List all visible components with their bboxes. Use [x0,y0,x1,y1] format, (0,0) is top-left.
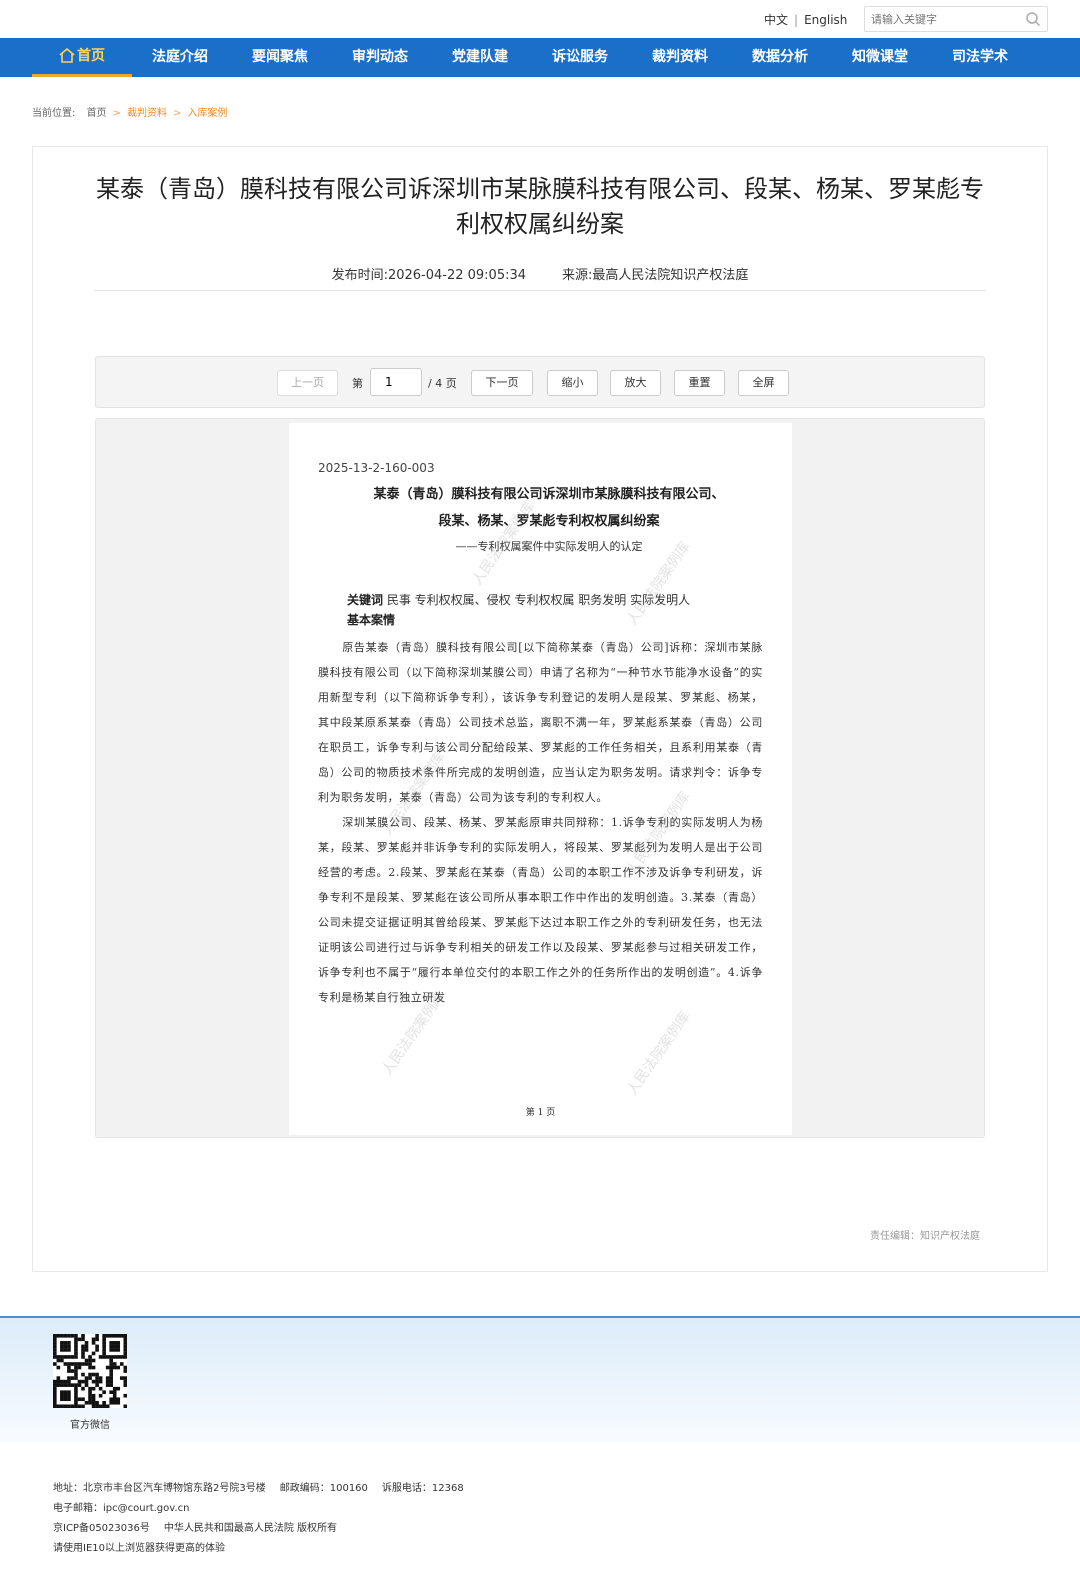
document-title-line: 段某、杨某、罗某彪专利权权属纠纷案 [438,514,660,529]
case-code: 2025-13-2-160-003 [318,461,435,475]
document-paragraph: 原告某泰（青岛）膜科技有限公司[以下简称某泰（青岛）公司]诉称：深圳市某脉膜科技… [318,641,763,804]
top-utility-bar: 中文 | English [0,0,1080,38]
source-label: 来源: [562,268,593,283]
qr-label: 官方微信 [70,1420,110,1431]
footer-copyright: 中华人民共和国最高人民法院 版权所有 [163,1523,338,1534]
search-box [864,6,1048,32]
search-icon[interactable] [1025,11,1041,27]
breadcrumb-home[interactable]: 首页 [87,108,107,119]
nav-item-court-intro[interactable]: 法庭介绍 [150,38,210,77]
footer-band [0,1316,1080,1442]
watermark: 人民法院案例库 [624,1008,694,1099]
breadcrumb-judgment-materials[interactable]: 裁判资料 [127,108,167,119]
wechat-qr-code [53,1334,128,1409]
footer-icp[interactable]: 京ICP备05023036号 [53,1523,150,1534]
nav-item-micro-class[interactable]: 知微课堂 [850,38,910,77]
footer-phone: 诉服电话：12368 [381,1483,464,1494]
nav-item-litigation-service[interactable]: 诉讼服务 [550,38,610,77]
nav-item-news[interactable]: 要闻聚焦 [250,38,310,77]
keywords-label: 关键词 [347,593,384,607]
title-divider [94,290,986,291]
nav-item-judgment-materials[interactable]: 裁判资料 [650,38,710,77]
zoom-out-button[interactable]: 缩小 [547,370,598,396]
next-page-button[interactable]: 下一页 [471,370,533,396]
lang-separator: | [794,13,799,27]
breadcrumb-separator: > [172,108,182,119]
pdf-toolbar: 上一页 第 / 4 页 下一页 缩小 放大 重置 全屏 [95,356,985,408]
breadcrumb-separator: > [112,108,121,119]
page-total-label: / 4 页 [428,377,457,390]
footer-copyright-line: 京ICP备05023036号 中华人民共和国最高人民法院 版权所有 [53,1519,464,1539]
responsible-editor: 责任编辑：知识产权法庭 [870,1231,980,1242]
document-subtitle: ——专利权属案件中实际发明人的认定 [455,540,643,553]
main-nav: 首页 法庭介绍 要闻聚焦 审判动态 党建队建 诉讼服务 裁判资料 数据分析 知微… [0,38,1080,77]
article-title: 某泰（青岛）膜科技有限公司诉深圳市某脉膜科技有限公司、段某、杨某、罗某彪专利权权… [96,175,984,238]
page-footer: 第 1 页 [525,1108,556,1118]
nav-label: 首页 [77,48,105,64]
document-title-line: 某泰（青岛）膜科技有限公司诉深圳市某脉膜科技有限公司、 [373,487,725,502]
breadcrumb-label: 当前位置: [32,108,76,119]
document-title: 某泰（青岛）膜科技有限公司诉深圳市某脉膜科技有限公司、 段某、杨某、罗某彪专利权… [309,481,789,535]
footer-postcode: 邮政编码：100160 [279,1483,368,1494]
breadcrumb-current[interactable]: 入库案例 [187,108,227,119]
lang-chinese-link[interactable]: 中文 [764,13,788,27]
publish-time: 2026-04-22 09:05:34 [387,268,527,283]
nav-item-party-building[interactable]: 党建队建 [450,38,510,77]
reset-zoom-button[interactable]: 重置 [674,370,725,396]
nav-item-data-analysis[interactable]: 数据分析 [750,38,810,77]
search-input[interactable] [865,7,1015,31]
nav-item-home[interactable]: 首页 [32,38,132,77]
fullscreen-button[interactable]: 全屏 [738,370,789,396]
language-switch: 中文 | English [764,11,847,28]
lang-english-link[interactable]: English [804,13,847,27]
footer-browser-note: 请使用IE10以上浏览器获得更高的体验 [53,1543,225,1554]
home-icon [59,47,75,63]
page-prefix-label: 第 [352,377,363,390]
article-meta: 发布时间:2026-04-22 09:05:34 来源:最高人民法院知识产权法庭 [94,264,986,283]
source: 最高人民法院知识产权法庭 [592,268,749,283]
prev-page-button[interactable]: 上一页 [277,370,338,396]
breadcrumb: 当前位置: 首页 > 裁判资料 > 入库案例 [32,104,227,119]
document-paragraph: 深圳某膜公司、段某、杨某、罗某彪原审共同辩称：1.诉争专利的实际发明人为杨某，段… [318,816,763,1004]
nav-item-trial-updates[interactable]: 审判动态 [350,38,410,77]
footer-contact-line: 地址：北京市丰台区汽车博物馆东路2号院3号楼 邮政编码：100160 诉服电话：12… [53,1479,464,1499]
footer-email: 电子邮箱：ipc@court.gov.cn [53,1503,190,1514]
document-page: 2025-13-2-160-003 某泰（青岛）膜科技有限公司诉深圳市某脉膜科技… [289,423,792,1135]
qr-code-icon [53,1334,128,1409]
section-heading: 基本案情 [347,613,396,627]
page-number-input[interactable] [370,368,422,396]
footer-info: 地址：北京市丰台区汽车博物馆东路2号院3号楼 邮政编码：100160 诉服电话：12… [53,1479,464,1559]
keywords-line: 关键词 民事 专利权权属、侵权 专利权权属 职务发明 实际发明人 [318,590,768,610]
publish-time-label: 发布时间: [331,268,388,283]
footer-address: 地址：北京市丰台区汽车博物馆东路2号院3号楼 [53,1483,266,1494]
zoom-in-button[interactable]: 放大 [610,370,661,396]
nav-item-judicial-academic[interactable]: 司法学术 [950,38,1010,77]
